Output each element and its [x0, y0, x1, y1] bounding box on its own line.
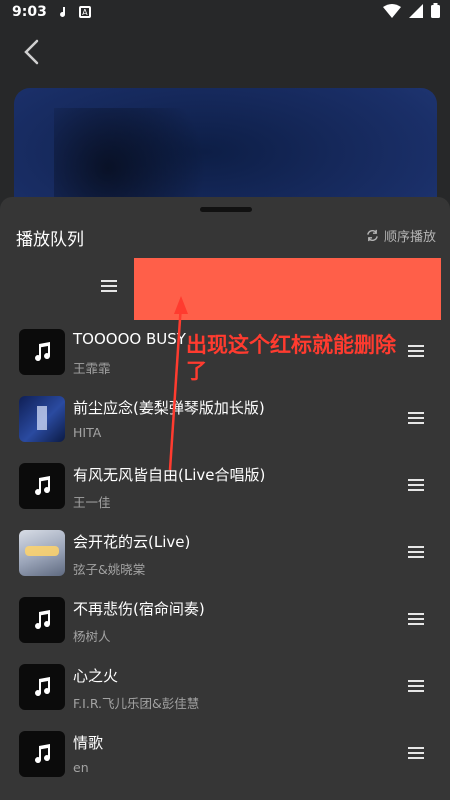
song-artist: 杨树人	[73, 629, 111, 644]
battery-icon	[431, 3, 440, 18]
annotation-text: 出现这个红标就能删除了	[186, 333, 396, 383]
delete-marker[interactable]	[134, 258, 441, 320]
back-icon[interactable]	[20, 38, 44, 66]
music-note-icon	[35, 744, 51, 764]
song-artist: 弦子&姚晓棠	[73, 562, 146, 577]
album-art	[19, 597, 65, 643]
music-note-icon	[35, 342, 51, 362]
song-artist: HITA	[73, 425, 102, 440]
app-status-icon: A	[78, 6, 91, 18]
repeat-order-icon	[367, 229, 378, 242]
signal-icon	[409, 3, 423, 18]
sheet-grabber[interactable]	[200, 207, 252, 212]
song-artist: F.I.R.飞儿乐团&彭佳慧	[73, 696, 200, 711]
list-item[interactable]: 心之火 F.I.R.飞儿乐团&彭佳慧	[0, 660, 450, 720]
album-art	[19, 731, 65, 777]
music-note-icon	[35, 610, 51, 630]
song-artist: en	[73, 760, 89, 775]
song-title: 会开花的云(Live)	[73, 533, 191, 551]
drag-handle-icon[interactable]	[408, 412, 424, 425]
song-artist: 王一佳	[73, 495, 111, 510]
drag-handle-icon[interactable]	[408, 613, 424, 626]
list-item[interactable]: 会开花的云(Live) 弦子&姚晓棠	[0, 526, 450, 586]
album-art	[19, 664, 65, 710]
song-title: TOOOOO BUSY	[73, 330, 186, 348]
drag-handle-icon[interactable]	[101, 280, 117, 293]
play-order-label: 顺序播放	[383, 230, 436, 245]
drag-handle-icon[interactable]	[408, 546, 424, 559]
list-item[interactable]: 有风无风皆自由(Live合唱版) 王一佳	[0, 459, 450, 519]
song-artist: 王霏霏	[73, 361, 111, 376]
list-item[interactable]: 情歌 en	[0, 727, 450, 787]
song-title: 情歌	[73, 734, 104, 752]
wifi-icon	[383, 3, 401, 18]
song-title: 前尘应念(姜梨弹琴版加长版)	[73, 399, 265, 417]
sheet-title: 播放队列	[16, 230, 84, 250]
status-time: 9:03	[12, 4, 47, 20]
album-art	[19, 530, 65, 576]
song-title: 不再悲伤(宿命间奏)	[73, 600, 205, 618]
song-title: 心之火	[73, 667, 119, 685]
drag-handle-icon[interactable]	[408, 680, 424, 693]
music-note-icon	[35, 476, 51, 496]
drag-handle-icon[interactable]	[408, 747, 424, 760]
music-note-icon	[35, 677, 51, 697]
list-item[interactable]: 前尘应念(姜梨弹琴版加长版) HITA	[0, 392, 450, 452]
drag-handle-icon[interactable]	[408, 479, 424, 492]
song-title: 有风无风皆自由(Live合唱版)	[73, 466, 266, 484]
album-art	[19, 396, 65, 442]
music-status-icon	[59, 5, 65, 17]
status-bar: 9:03 A	[0, 0, 450, 24]
list-item[interactable]: 不再悲伤(宿命间奏) 杨树人	[0, 593, 450, 653]
album-art	[19, 463, 65, 509]
play-order-button[interactable]: 顺序播放	[366, 226, 436, 245]
album-art	[19, 329, 65, 375]
